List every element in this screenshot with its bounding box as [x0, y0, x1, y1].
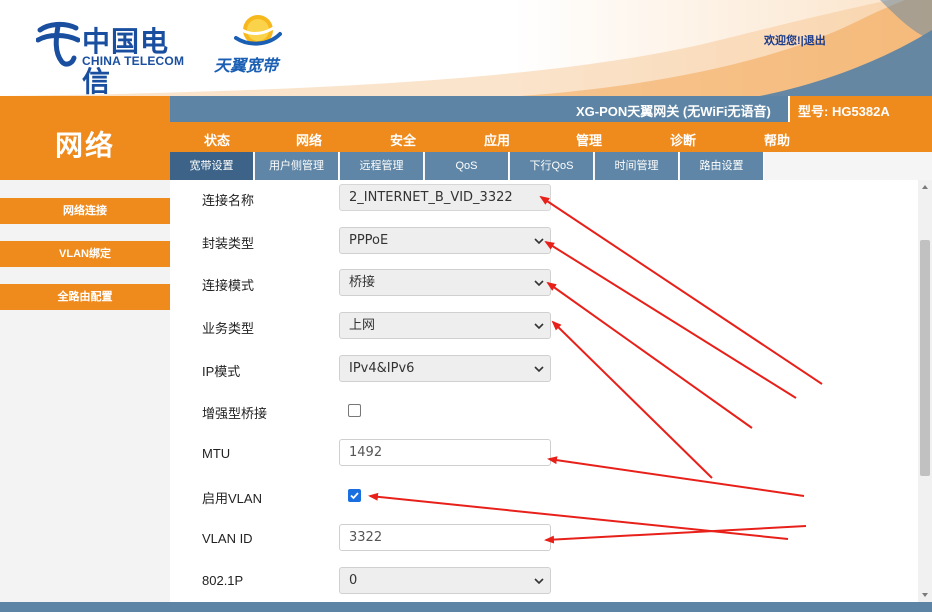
enable-vlan-checkbox[interactable] — [348, 489, 361, 502]
tab-broadband-settings[interactable]: 宽带设置 — [170, 152, 254, 180]
dot1p-value: 0 — [349, 573, 358, 588]
tab-time-management[interactable]: 时间管理 — [595, 152, 679, 180]
encapsulation-label: 封装类型 — [202, 236, 255, 251]
vertical-scrollbar[interactable] — [918, 180, 932, 602]
service-type-label: 业务类型 — [202, 321, 255, 336]
china-telecom-name-en: CHINA TELECOM — [82, 54, 185, 68]
nav-help[interactable]: 帮助 — [764, 130, 790, 149]
enhanced-bridge-checkbox[interactable] — [348, 404, 361, 417]
connection-mode-label: 连接模式 — [202, 278, 255, 293]
tab-lan-management[interactable]: 用户侧管理 — [255, 152, 339, 180]
user-bar: 欢迎您!|退出 — [764, 32, 826, 48]
china-telecom-logo: 中国电信 CHINA TELECOM — [36, 18, 196, 96]
nav-application[interactable]: 应用 — [484, 130, 510, 149]
welcome-text: 欢迎您! — [764, 35, 801, 47]
encapsulation-select[interactable]: PPPoE — [339, 227, 551, 254]
mtu-input[interactable]: 1492 — [339, 439, 551, 466]
main-nav: 状态 网络 安全 应用 管理 诊断 帮助 — [170, 122, 932, 152]
nav-status[interactable]: 状态 — [204, 130, 230, 149]
sidebar-item-vlan-binding[interactable]: VLAN绑定 — [0, 241, 170, 267]
vlan-id-label: VLAN ID — [202, 531, 253, 546]
header: 中国电信 CHINA TELECOM 天翼宽带 欢迎您!|退出 — [0, 0, 932, 96]
service-type-value: 上网 — [349, 318, 376, 333]
scroll-down-icon[interactable] — [918, 588, 932, 602]
sidebar-item-network-connection[interactable]: 网络连接 — [0, 198, 170, 224]
connection-mode-value: 桥接 — [349, 275, 376, 290]
service-type-select[interactable]: 上网 — [339, 312, 551, 339]
logout-link[interactable]: 退出 — [804, 35, 826, 47]
router-admin-page: 中国电信 CHINA TELECOM 天翼宽带 欢迎您!|退出 网络 XG-PO… — [0, 0, 932, 612]
chevron-down-icon — [534, 323, 544, 330]
dot1p-label: 802.1P — [202, 573, 244, 588]
tab-route-settings[interactable]: 路由设置 — [680, 152, 764, 180]
tab-remote-management[interactable]: 远程管理 — [340, 152, 424, 180]
tianyi-sun-icon — [234, 15, 282, 46]
mtu-label: MTU — [202, 446, 231, 461]
product-name: XG-PON天翼网关 (无WiFi无语音) — [576, 104, 771, 119]
nav-diagnostics[interactable]: 诊断 — [670, 130, 696, 149]
tab-downlink-qos[interactable]: 下行QoS — [510, 152, 594, 180]
chevron-down-icon — [534, 280, 544, 287]
nav-network[interactable]: 网络 — [296, 130, 322, 149]
connection-name-field: 2_INTERNET_B_VID_3322 — [339, 184, 551, 211]
tianyi-broadband-text: 天翼宽带 — [214, 58, 279, 75]
sidebar-item-full-route-config[interactable]: 全路由配置 — [0, 284, 170, 310]
model-text: 型号: HG5382A — [798, 104, 890, 119]
nav-security[interactable]: 安全 — [390, 130, 416, 149]
scrollbar-thumb[interactable] — [920, 240, 930, 476]
checkmark-icon — [350, 492, 359, 500]
vlan-id-input[interactable]: 3322 — [339, 524, 551, 551]
chevron-down-icon — [534, 366, 544, 373]
enable-vlan-label: 启用VLAN — [202, 491, 262, 506]
connection-mode-select[interactable]: 桥接 — [339, 269, 551, 296]
tianyi-broadband-logo: 天翼宽带 — [212, 12, 292, 75]
chevron-down-icon — [534, 238, 544, 245]
nav-management[interactable]: 管理 — [576, 130, 602, 149]
section-header: 网络 — [0, 96, 170, 180]
scroll-up-icon[interactable] — [918, 180, 932, 194]
chevron-down-icon — [534, 578, 544, 585]
dot1p-select[interactable]: 0 — [339, 567, 551, 594]
sidebar: 网络连接 VLAN绑定 全路由配置 — [0, 180, 170, 602]
connection-form: 连接名称 2_INTERNET_B_VID_3322 封装类型 PPPoE 连接… — [170, 180, 918, 602]
encapsulation-value: PPPoE — [349, 233, 389, 248]
china-telecom-emblem-icon — [36, 21, 80, 67]
section-title: 网络 — [54, 129, 115, 162]
footer-bar — [0, 602, 932, 612]
connection-name-label: 连接名称 — [202, 193, 255, 208]
model-badge: 型号: HG5382A — [788, 96, 932, 122]
ip-mode-value: IPv4&IPv6 — [349, 361, 415, 376]
tab-qos[interactable]: QoS — [425, 152, 509, 180]
ip-mode-select[interactable]: IPv4&IPv6 — [339, 355, 551, 382]
ip-mode-label: IP模式 — [202, 364, 241, 379]
sub-nav: 宽带设置 用户侧管理 远程管理 QoS 下行QoS 时间管理 路由设置 — [170, 152, 932, 180]
enhanced-bridge-label: 增强型桥接 — [202, 406, 268, 421]
